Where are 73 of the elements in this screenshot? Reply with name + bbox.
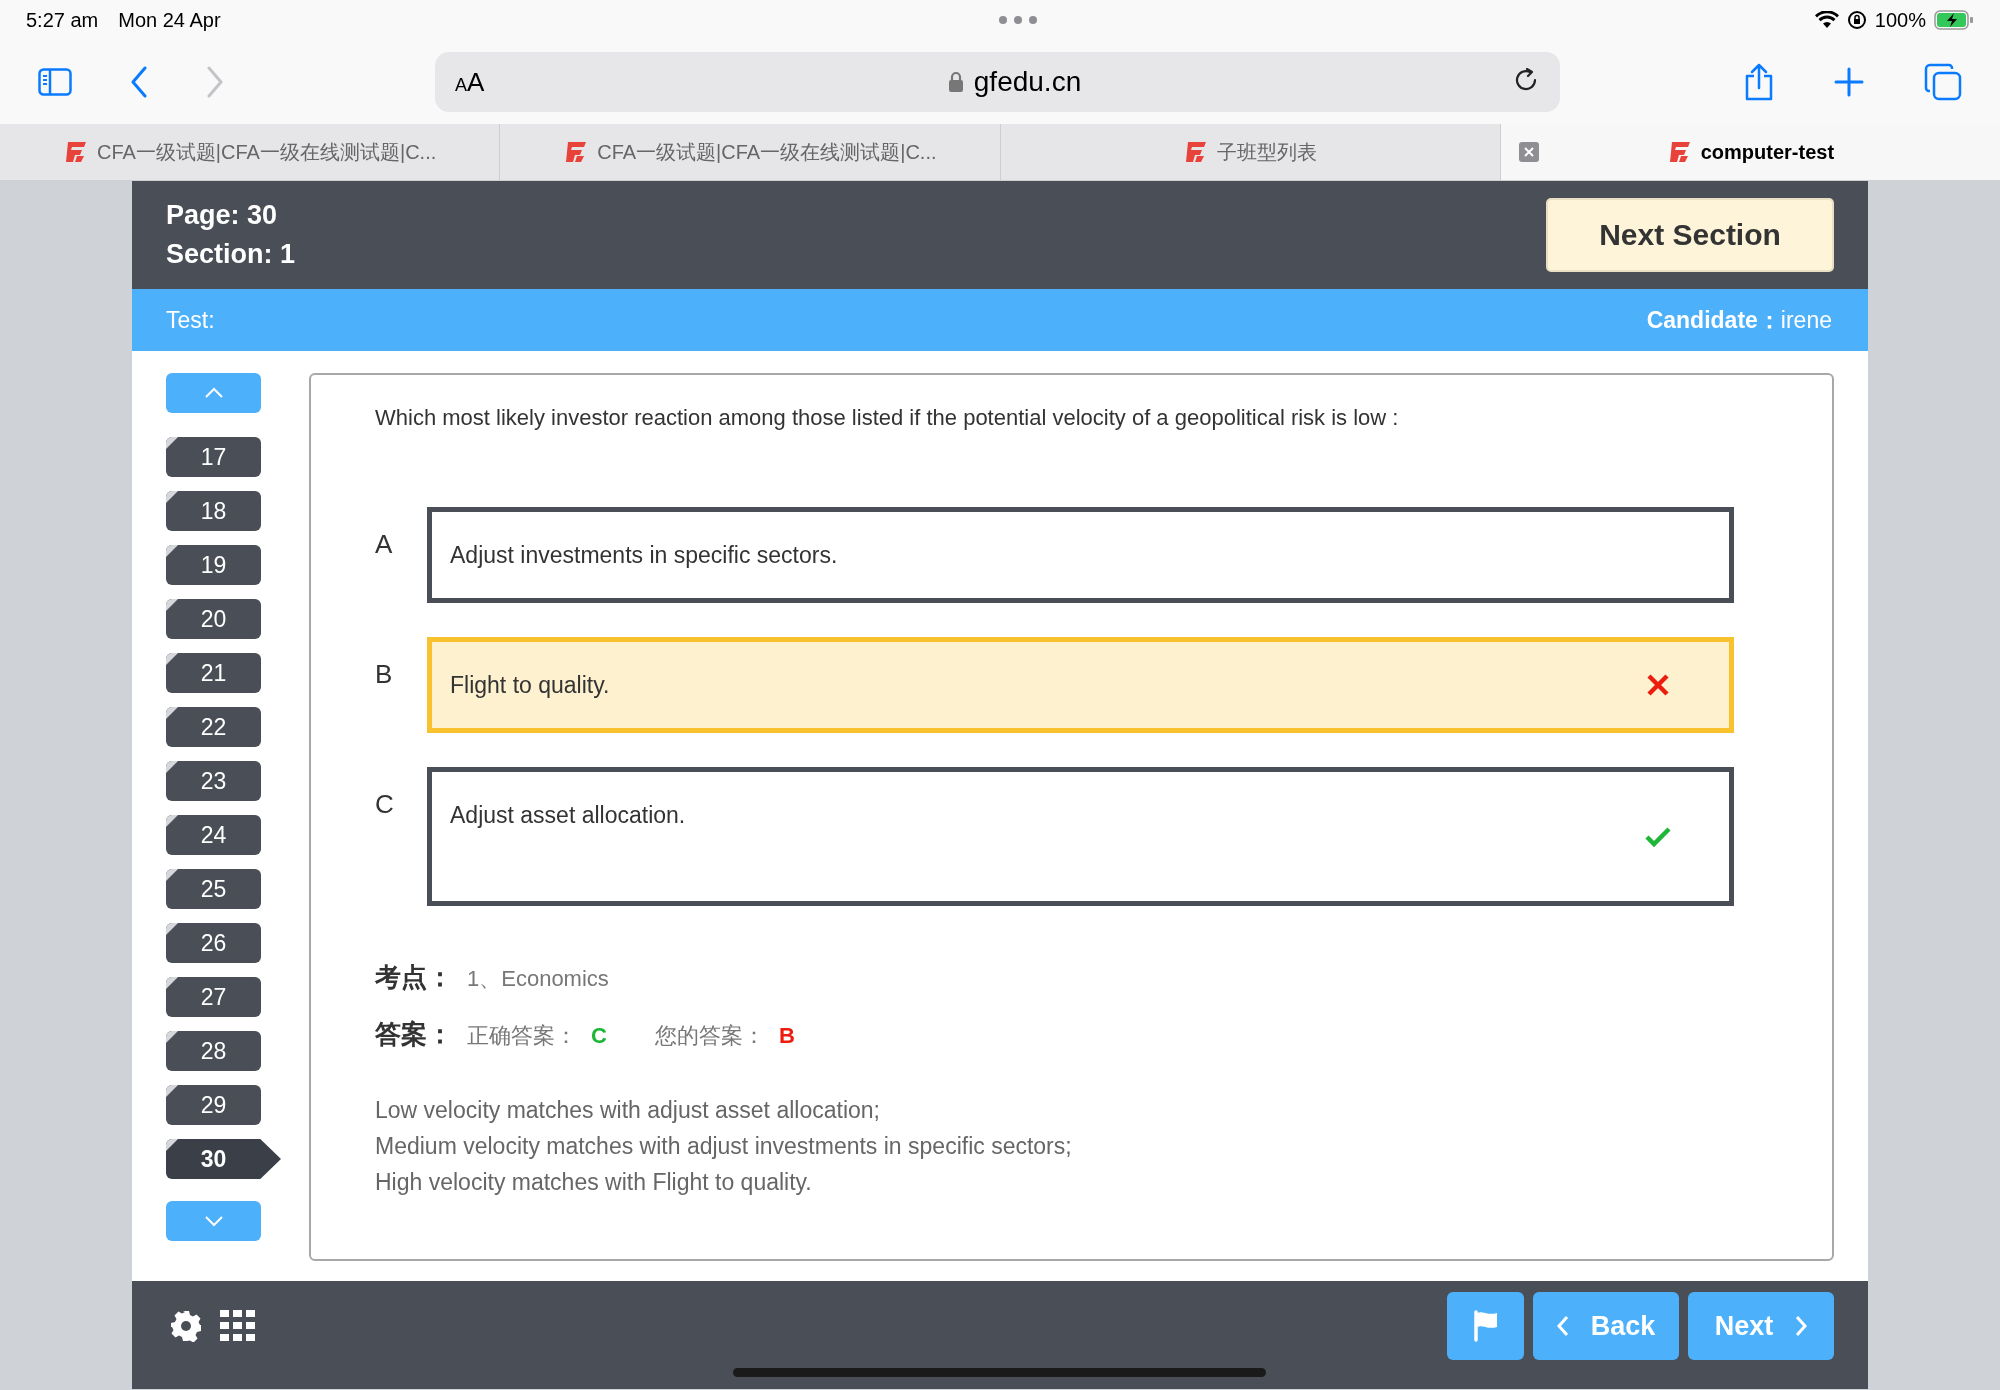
site-logo-icon: [563, 140, 588, 164]
option-text: Adjust asset allocation.: [450, 801, 687, 830]
your-answer-value: B: [778, 1023, 795, 1049]
next-section-button[interactable]: Next Section: [1546, 198, 1834, 272]
question-number-button[interactable]: 19: [166, 545, 261, 585]
question-number-button[interactable]: 17: [166, 437, 261, 477]
answer-option[interactable]: Adjust investments in specific sectors.: [427, 507, 1734, 603]
wifi-icon: [1814, 11, 1839, 29]
status-date: Mon 24 Apr: [118, 8, 221, 32]
chevron-right-icon: [1795, 1315, 1808, 1337]
grid-icon[interactable]: [220, 1310, 256, 1342]
option-letter: B: [375, 658, 394, 691]
url-text: gfedu.cn: [973, 66, 1082, 98]
question-number-button[interactable]: 21: [166, 653, 261, 693]
your-answer-label: 您的答案：: [654, 1022, 765, 1050]
correct-answer-value: C: [591, 1023, 607, 1049]
answer-option[interactable]: Adjust asset allocation.: [427, 767, 1734, 906]
flag-button[interactable]: [1447, 1292, 1524, 1360]
tab-title: CFA一级试题|CFA一级在线测试题|C...: [96, 139, 437, 165]
question-number-button[interactable]: 20: [166, 599, 261, 639]
answer-option[interactable]: Flight to quality.: [427, 637, 1734, 733]
tab-title: 子班型列表: [1217, 139, 1318, 165]
flag-icon: [1472, 1310, 1499, 1342]
more-dots-icon[interactable]: [998, 16, 1037, 24]
option-text: Adjust investments in specific sectors.: [450, 541, 839, 570]
option-letter: A: [375, 528, 394, 561]
site-logo-icon: [1183, 140, 1208, 164]
cross-icon: [1645, 672, 1671, 698]
battery-percent: 100%: [1874, 8, 1926, 32]
question-number-button[interactable]: 29: [166, 1085, 261, 1125]
rotation-lock-icon: [1846, 10, 1867, 30]
explanation-text: Low velocity matches with adjust asset allocation;: [375, 1096, 881, 1124]
tab-title: CFA一级试题|CFA一级在线测试题|C...: [597, 139, 937, 165]
settings-icon[interactable]: [170, 1310, 202, 1342]
candidate-name: irene: [1780, 306, 1832, 334]
candidate-label: Candidate：: [1646, 305, 1781, 335]
section-number: Section: 1: [166, 239, 297, 270]
chevron-up-icon: [203, 387, 224, 399]
question-number-button[interactable]: 18: [166, 491, 261, 531]
question-number-button[interactable]: 25: [166, 869, 261, 909]
back-icon[interactable]: [130, 66, 148, 98]
page-number: Page: 30: [166, 200, 279, 231]
battery-charging-icon: [1934, 10, 1974, 30]
question-number-button[interactable]: 28: [166, 1031, 261, 1071]
lock-icon: [947, 71, 964, 93]
plus-icon[interactable]: [1834, 67, 1864, 97]
explanation-text: Medium velocity matches with adjust investments in specific sectors;: [375, 1132, 1073, 1160]
question-number-button[interactable]: 30: [166, 1139, 281, 1179]
question-number-button[interactable]: 27: [166, 977, 261, 1017]
status-time: 5:27 am: [26, 8, 99, 32]
chevron-left-icon: [1556, 1315, 1569, 1337]
option-text: Flight to quality.: [450, 671, 611, 700]
test-label: Test:: [166, 306, 215, 334]
topic-label: 考点：: [375, 961, 453, 994]
tab-title: computer-test: [1700, 140, 1835, 164]
tabs-icon[interactable]: [1924, 63, 1962, 101]
question-text: Which most likely investor reaction among those listed if the potential velocity of a geopolitical risk is low :: [375, 405, 1400, 431]
chevron-down-icon: [203, 1215, 224, 1227]
share-icon[interactable]: [1744, 63, 1774, 101]
question-number-button[interactable]: 26: [166, 923, 261, 963]
correct-answer-label: 正确答案：: [467, 1022, 577, 1050]
question-number-button[interactable]: 23: [166, 761, 261, 801]
sidebar-icon[interactable]: [38, 68, 72, 96]
option-letter: C: [375, 788, 395, 821]
topic-value: 1、Economics: [467, 965, 609, 993]
close-icon[interactable]: [1518, 142, 1539, 162]
address-bar[interactable]: AA gfedu.cn: [435, 52, 1560, 112]
text-size-button[interactable]: AA: [455, 66, 515, 98]
answer-label: 答案：: [375, 1018, 453, 1051]
question-number-button[interactable]: 24: [166, 815, 261, 855]
browser-tab[interactable]: computer-test: [1500, 124, 2000, 180]
explanation-text: High velocity matches with Flight to quality.: [375, 1168, 813, 1196]
question-number-button[interactable]: 22: [166, 707, 261, 747]
